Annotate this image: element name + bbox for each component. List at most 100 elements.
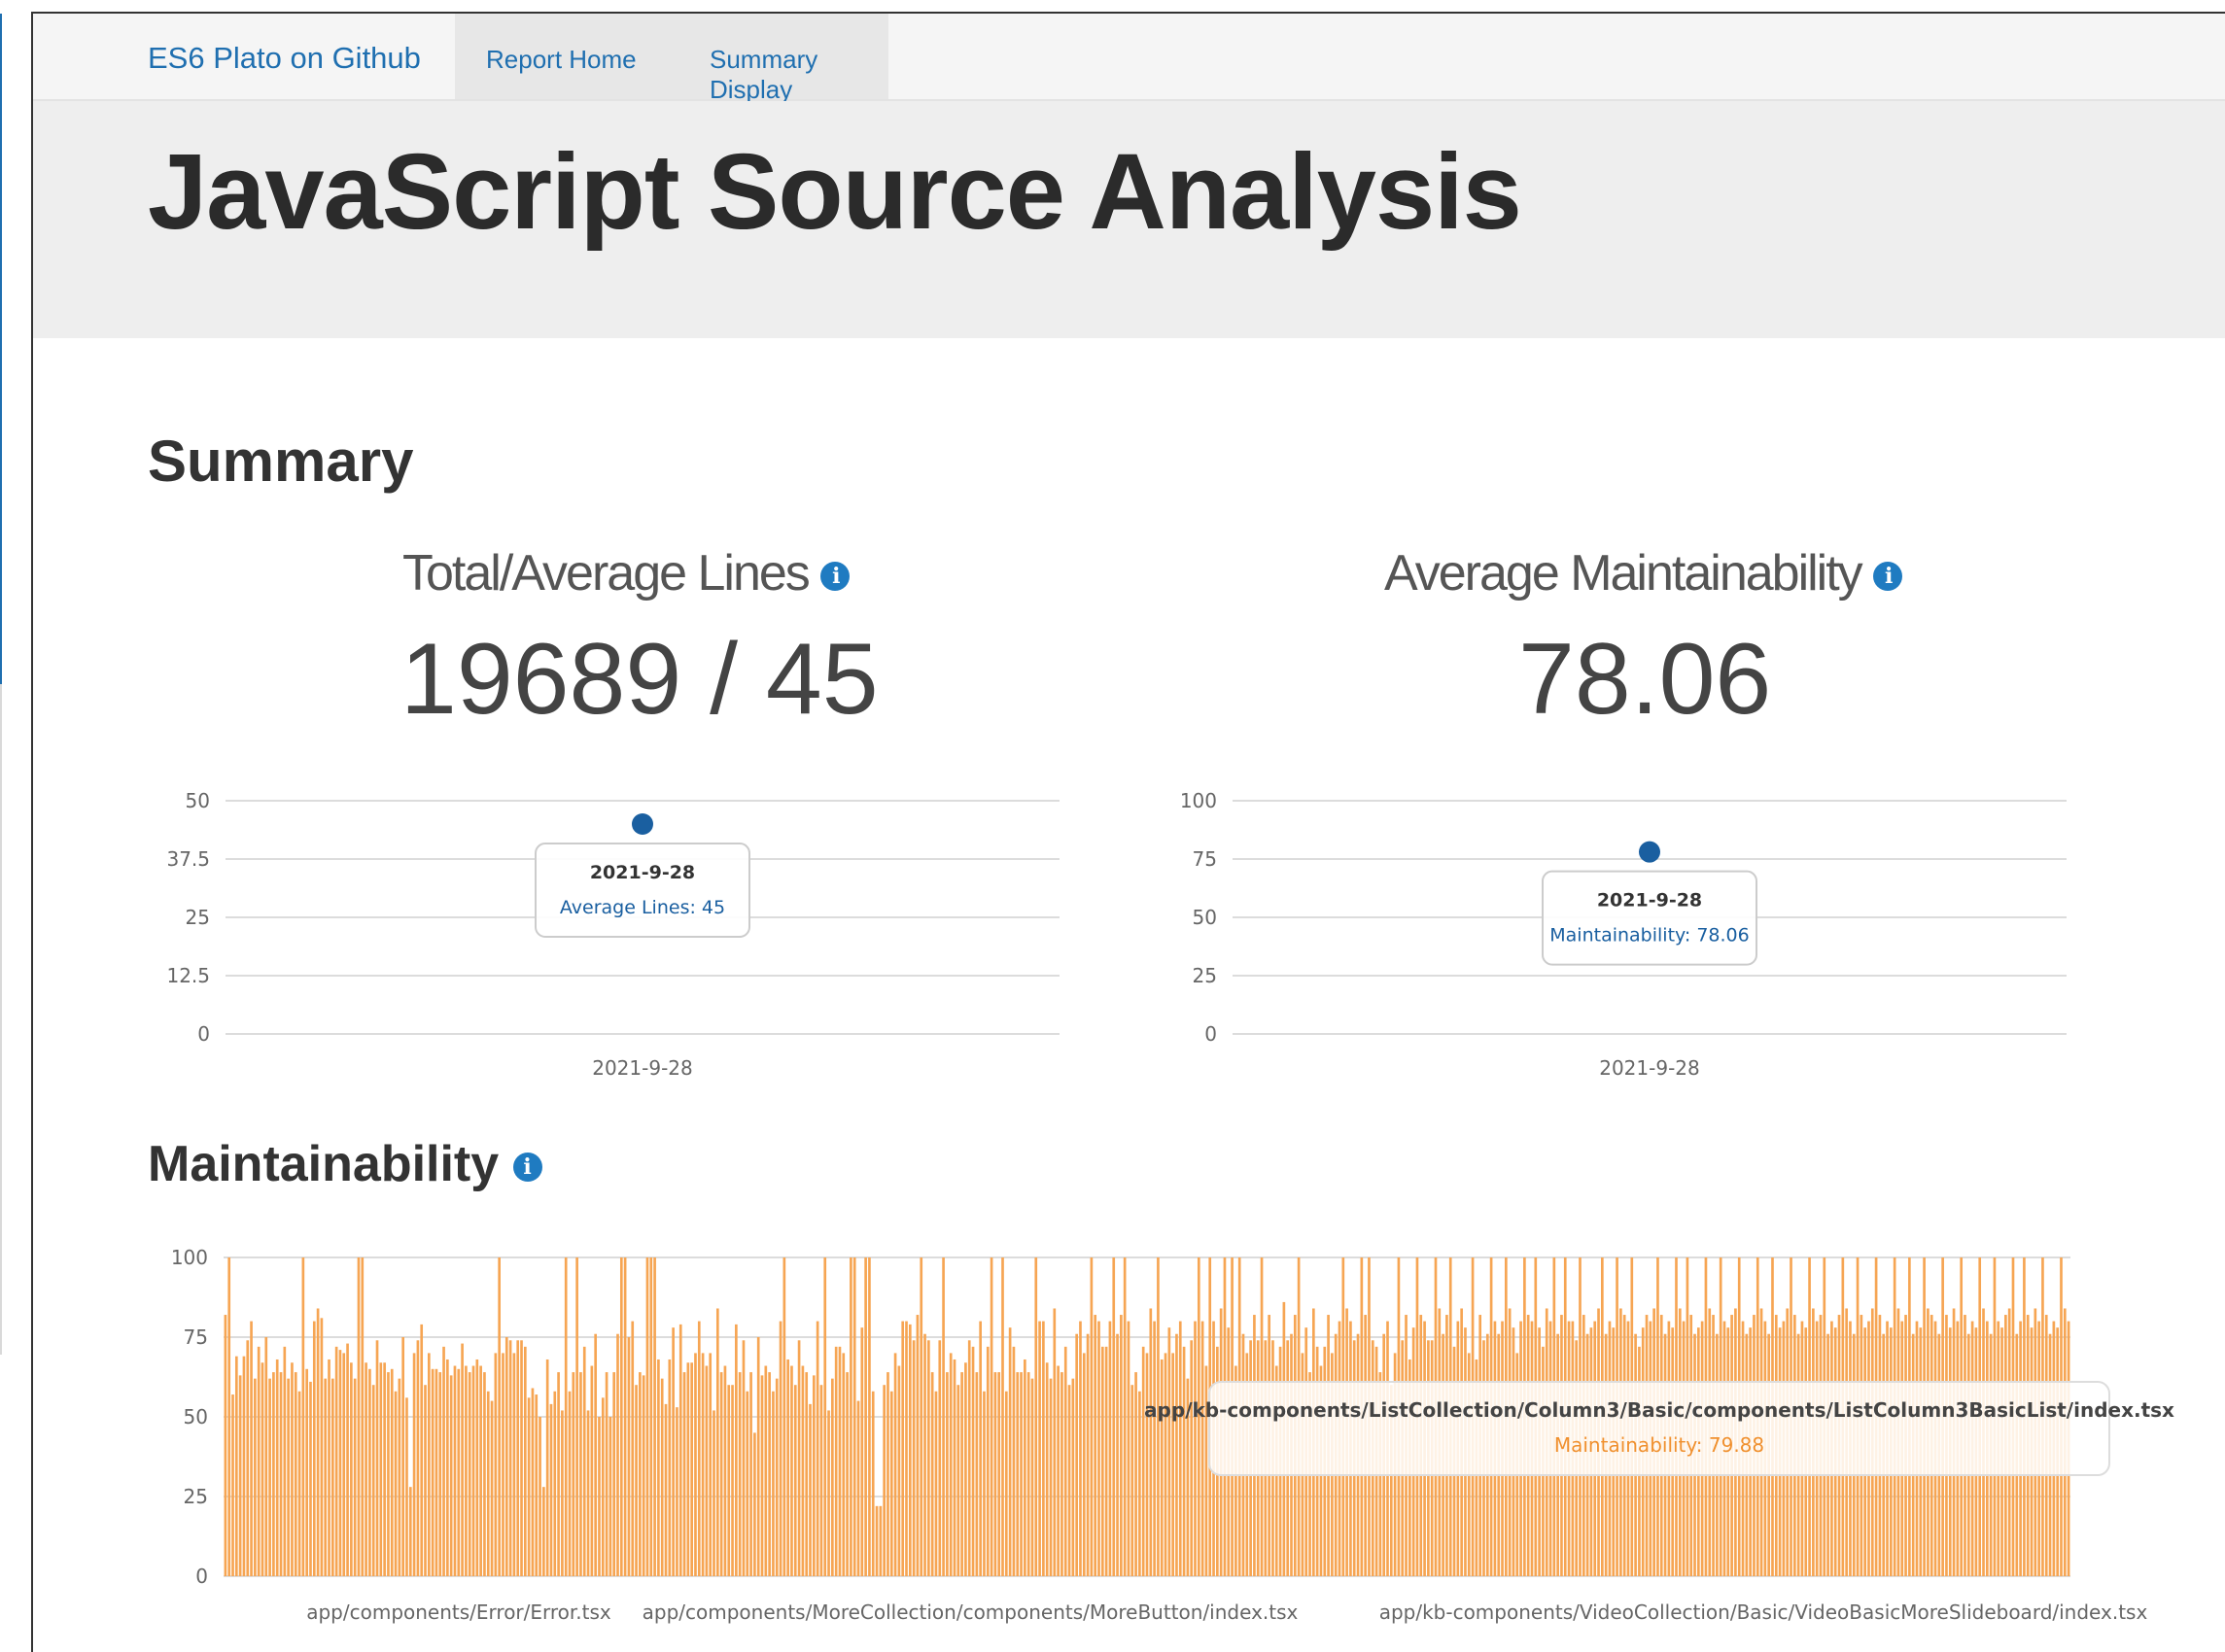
- bar[interactable]: [234, 1356, 238, 1576]
- bar[interactable]: [309, 1381, 312, 1576]
- bar[interactable]: [723, 1365, 727, 1576]
- bar[interactable]: [1123, 1257, 1127, 1576]
- bar[interactable]: [797, 1340, 801, 1576]
- bar[interactable]: [960, 1372, 963, 1576]
- bar[interactable]: [916, 1315, 920, 1576]
- bar[interactable]: [672, 1327, 675, 1576]
- bar[interactable]: [612, 1372, 616, 1576]
- bar[interactable]: [568, 1391, 572, 1576]
- bar[interactable]: [475, 1359, 479, 1576]
- bar[interactable]: [887, 1372, 889, 1576]
- bar[interactable]: [809, 1403, 812, 1576]
- bar[interactable]: [619, 1257, 623, 1576]
- bar[interactable]: [1149, 1308, 1153, 1576]
- bar[interactable]: [1164, 1353, 1167, 1576]
- bar[interactable]: [756, 1337, 760, 1576]
- bar[interactable]: [1004, 1391, 1008, 1576]
- bar[interactable]: [1079, 1321, 1082, 1576]
- nav-report-home[interactable]: Report Home: [486, 45, 637, 75]
- bar[interactable]: [664, 1403, 668, 1576]
- bar[interactable]: [324, 1378, 328, 1576]
- bar[interactable]: [709, 1353, 713, 1576]
- bar[interactable]: [516, 1340, 520, 1576]
- bar[interactable]: [816, 1321, 819, 1576]
- bar[interactable]: [1086, 1333, 1090, 1576]
- bar[interactable]: [979, 1321, 982, 1576]
- bar[interactable]: [1071, 1378, 1075, 1576]
- bar[interactable]: [1190, 1340, 1194, 1576]
- bar[interactable]: [390, 1368, 394, 1576]
- bar[interactable]: [564, 1257, 568, 1576]
- bar[interactable]: [705, 1365, 709, 1576]
- bar[interactable]: [719, 1372, 723, 1576]
- bar[interactable]: [453, 1365, 457, 1576]
- data-point[interactable]: [632, 813, 653, 835]
- bar[interactable]: [1194, 1321, 1197, 1576]
- bar[interactable]: [257, 1346, 261, 1576]
- bar[interactable]: [927, 1340, 930, 1576]
- bar[interactable]: [879, 1505, 883, 1576]
- bar[interactable]: [483, 1372, 486, 1576]
- bar[interactable]: [676, 1407, 678, 1576]
- bar[interactable]: [1001, 1257, 1004, 1576]
- bar[interactable]: [549, 1403, 553, 1576]
- maintainability-history-chart[interactable]: 0 25 50 75 100 2021-9-28 2021-9-28 Maintaina…: [1153, 777, 2076, 1098]
- bar[interactable]: [494, 1353, 498, 1576]
- bar[interactable]: [1049, 1378, 1053, 1576]
- bar[interactable]: [690, 1362, 693, 1576]
- bar[interactable]: [731, 1385, 734, 1576]
- bar[interactable]: [301, 1257, 305, 1576]
- bar[interactable]: [490, 1400, 494, 1576]
- bar[interactable]: [1090, 1257, 1094, 1576]
- bar[interactable]: [749, 1372, 752, 1576]
- bar[interactable]: [601, 1397, 605, 1576]
- bar[interactable]: [486, 1391, 490, 1576]
- bar[interactable]: [449, 1375, 453, 1576]
- bar[interactable]: [990, 1257, 993, 1576]
- bar[interactable]: [942, 1257, 945, 1576]
- bar[interactable]: [875, 1505, 879, 1576]
- bar[interactable]: [668, 1359, 672, 1576]
- data-point[interactable]: [1639, 841, 1660, 863]
- bar[interactable]: [893, 1353, 897, 1576]
- bar[interactable]: [379, 1362, 383, 1576]
- bar[interactable]: [975, 1372, 979, 1576]
- bar[interactable]: [772, 1391, 775, 1576]
- bar[interactable]: [605, 1372, 608, 1576]
- bar[interactable]: [442, 1346, 445, 1576]
- bar[interactable]: [631, 1321, 635, 1576]
- bar[interactable]: [246, 1340, 250, 1576]
- bar[interactable]: [539, 1417, 541, 1576]
- bar[interactable]: [523, 1346, 527, 1576]
- file-maintainability-chart[interactable]: 0 25 50 75 100 app/components/Error/Error.ts…: [146, 1234, 2225, 1633]
- bar[interactable]: [856, 1400, 860, 1576]
- bar[interactable]: [1108, 1321, 1112, 1576]
- bar[interactable]: [283, 1346, 287, 1576]
- bar[interactable]: [827, 1410, 830, 1576]
- bar[interactable]: [412, 1353, 416, 1576]
- bar[interactable]: [897, 1365, 901, 1576]
- bar[interactable]: [1134, 1372, 1137, 1576]
- bar[interactable]: [760, 1375, 764, 1576]
- bar[interactable]: [598, 1417, 601, 1576]
- bar[interactable]: [420, 1324, 424, 1576]
- bar[interactable]: [997, 1372, 1001, 1576]
- bar[interactable]: [713, 1410, 715, 1576]
- bar[interactable]: [653, 1257, 656, 1576]
- bar[interactable]: [227, 1257, 231, 1576]
- bar[interactable]: [850, 1257, 852, 1576]
- bar[interactable]: [250, 1321, 253, 1576]
- bar[interactable]: [823, 1257, 827, 1576]
- bar[interactable]: [883, 1385, 886, 1576]
- bar[interactable]: [254, 1378, 257, 1576]
- bar[interactable]: [531, 1388, 535, 1576]
- bar[interactable]: [616, 1333, 619, 1576]
- bar[interactable]: [934, 1391, 938, 1576]
- bar[interactable]: [375, 1340, 379, 1576]
- bar[interactable]: [1026, 1372, 1030, 1576]
- bar[interactable]: [561, 1410, 564, 1576]
- bar[interactable]: [1094, 1315, 1097, 1576]
- bar[interactable]: [1153, 1321, 1156, 1576]
- bar[interactable]: [338, 1350, 342, 1576]
- bar[interactable]: [1178, 1321, 1182, 1576]
